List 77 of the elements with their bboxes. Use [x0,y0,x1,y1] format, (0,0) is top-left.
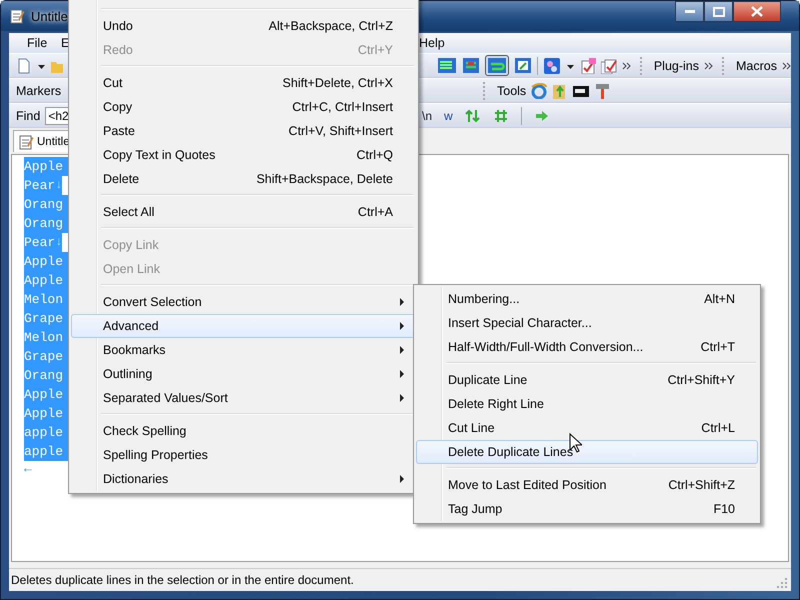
wrap-icon [486,57,507,74]
toolbar-label: Markers [16,84,62,98]
chevron-icon[interactable] [622,60,631,70]
line-end-mark: ↓ [55,233,62,252]
selected-text: Orang [24,214,70,233]
menu-item[interactable]: Check Spelling [71,419,416,443]
swap-icon[interactable] [462,57,480,74]
menu-item[interactable]: Cut Line Ctrl+L [416,416,758,440]
maximize-button[interactable] [704,1,733,22]
resize-grip-icon[interactable] [775,577,789,589]
close-button[interactable] [733,1,781,22]
menu-item[interactable]: Cut Shift+Delete, Ctrl+X [71,71,416,95]
new-document-icon[interactable] [16,58,32,74]
selected-text: Melon [24,328,70,347]
status-bar: Deletes duplicate lines in the selection or in the entire document. [9,568,791,591]
selected-text: Apple [24,271,70,290]
selected-text: apple [24,442,70,461]
chevron-icon[interactable] [782,60,791,70]
chevron-icon[interactable] [704,60,714,70]
menu-item[interactable]: Delete Duplicate Lines [416,440,758,464]
menu-item[interactable]: Outlining [71,362,416,386]
window-icon[interactable] [514,57,532,74]
toolbar-label: Tools [497,84,526,98]
menu-item[interactable]: Delete Shift+Backspace, Delete [71,167,416,191]
menu-item[interactable]: Help [419,36,453,50]
list-icon[interactable] [436,57,457,74]
menu-item[interactable]: Separated Values/Sort [71,386,416,410]
line-end-mark: ↓ [55,176,62,195]
notepad-icon [18,134,34,150]
menu-item[interactable]: Numbering... Alt+N [416,287,758,311]
toolbar-button[interactable]: \n [422,108,432,122]
menu-item[interactable]: Select All Ctrl+A [71,200,416,224]
selected-text: Grape [24,309,70,328]
menu-item[interactable]: Tag Jump F10 [416,497,758,521]
menu-item[interactable]: Move to Last Edited Position Ctrl+Shift+Z [416,473,758,497]
selected-text: Orang [24,366,70,385]
maximize-icon [712,6,724,16]
toggle-button[interactable] [484,55,509,76]
selected-text: Apple [24,252,70,271]
menu-item[interactable]: Insert Special Character... [416,311,758,335]
selected-text: Orang [24,195,70,214]
selected-text: Apple [24,157,70,176]
selected-text: Pear [24,176,56,195]
menu-item[interactable]: Copy Ctrl+C, Ctrl+Insert [71,95,416,119]
toolbar-button[interactable]: w [444,108,453,122]
selected-text: Apple [24,385,70,404]
menu-item[interactable]: File [27,36,61,50]
hammer-icon[interactable] [594,82,610,98]
toolbar-label: Macros [736,58,777,72]
menu-item[interactable]: Undo Alt+Backspace, Ctrl+Z [71,14,416,38]
minimize-button[interactable] [675,1,704,22]
menu-item[interactable]: Half-Width/Full-Width Conversion... Ctrl+T [416,335,758,359]
menu-item[interactable]: Copy Text in Quotes Ctrl+Q [71,143,416,167]
close-icon [751,6,763,17]
menu-item[interactable]: Spelling Properties [71,443,416,467]
checklist-icon[interactable] [580,58,596,74]
selected-text: Pear [24,233,56,252]
selected-text: Apple [24,404,70,423]
selected-text: apple [24,423,70,442]
selected-text: Melon [24,290,70,309]
end-of-file-mark: ← [24,461,33,477]
menu-item[interactable]: Convert Selection [71,290,416,314]
find-label: Find [16,108,40,122]
menu-item[interactable]: Duplicate Line Ctrl+Shift+Y [416,368,758,392]
checklist-icon[interactable] [600,58,617,74]
window-title: Untitle [31,8,69,24]
up-down-arrows-icon[interactable] [464,108,481,124]
menu-item[interactable]: Paste Ctrl+V, Shift+Insert [71,119,416,143]
selected-text: Grape [24,347,70,366]
menu-item[interactable]: Delete Right Line [416,392,758,416]
grid-icon[interactable] [492,108,509,124]
minimize-icon [684,10,694,13]
menu-item[interactable]: Advanced [71,314,416,338]
toolbar-label: Plug-ins [654,58,700,72]
menu-item[interactable]: Dictionaries [71,467,416,491]
notepad-icon [9,8,25,24]
menu-item[interactable]: Bookmarks [71,338,416,362]
